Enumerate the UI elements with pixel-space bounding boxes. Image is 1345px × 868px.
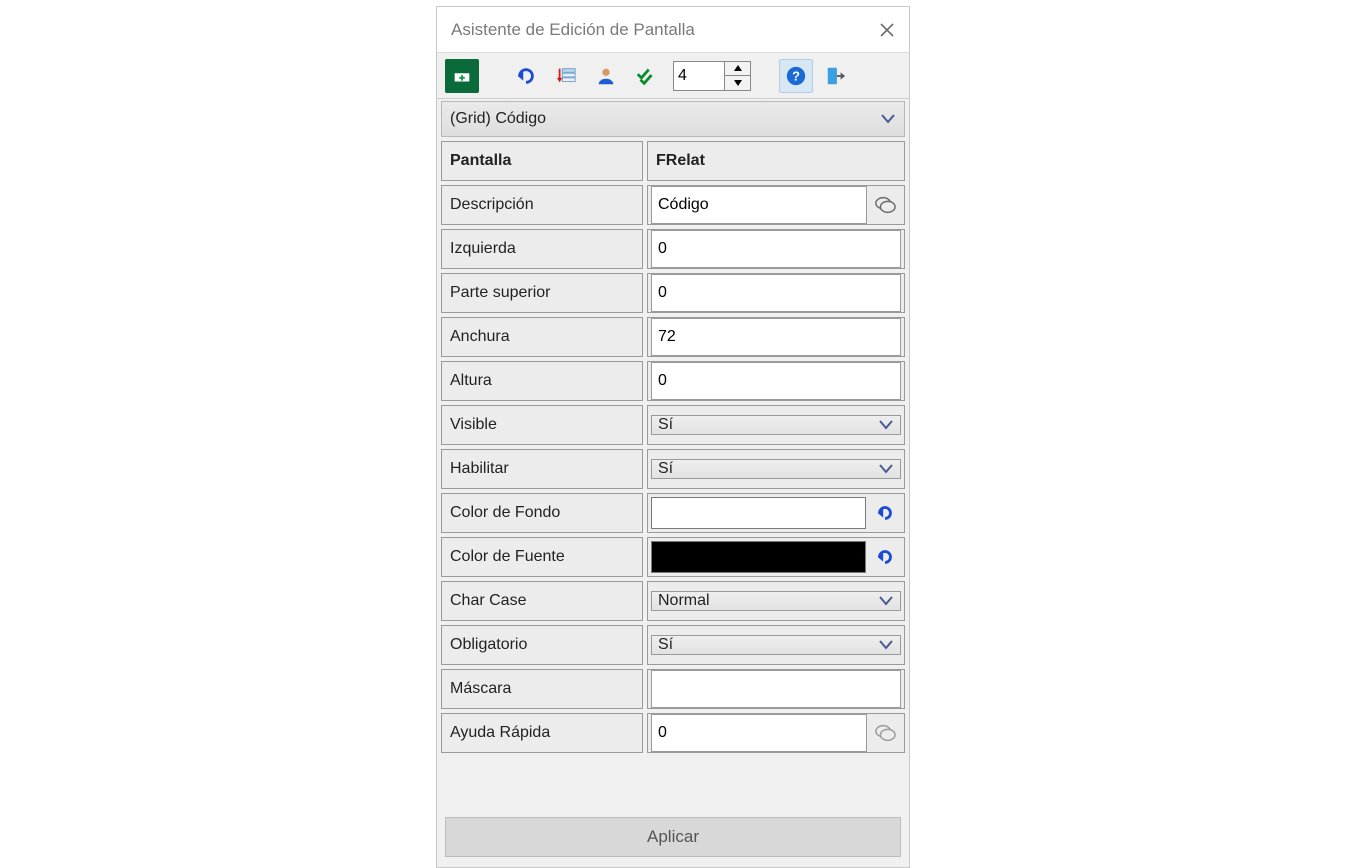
color-fondo-label: Color de Fondo bbox=[441, 493, 643, 533]
svg-text:?: ? bbox=[792, 68, 800, 83]
visible-select[interactable]: Sí bbox=[651, 415, 901, 435]
screen-edit-wizard-window: Asistente de Edición de Pantalla bbox=[436, 6, 910, 868]
visible-label: Visible bbox=[441, 405, 643, 445]
help-button[interactable]: ? bbox=[779, 59, 813, 93]
fontcolor-row: Color de Fuente bbox=[441, 537, 905, 577]
undo-arrow-icon bbox=[874, 546, 896, 568]
exit-icon bbox=[825, 65, 847, 87]
spinner-up[interactable] bbox=[725, 62, 750, 77]
parte-superior-label: Parte superior bbox=[441, 273, 643, 313]
chevron-down-icon bbox=[878, 461, 894, 477]
double-check-icon bbox=[635, 65, 657, 87]
visible-value: Sí bbox=[658, 416, 673, 434]
chevron-down-icon bbox=[880, 111, 896, 127]
color-fondo-revert[interactable] bbox=[869, 497, 901, 529]
close-icon bbox=[880, 23, 894, 37]
user-button[interactable] bbox=[589, 59, 623, 93]
window-title: Asistente de Edición de Pantalla bbox=[451, 20, 695, 40]
user-icon bbox=[595, 65, 617, 87]
undo-arrow-icon bbox=[515, 65, 537, 87]
mascara-input[interactable] bbox=[651, 670, 901, 708]
quickhelp-row: Ayuda Rápida bbox=[441, 713, 905, 753]
description-row: Descripción bbox=[441, 185, 905, 225]
ayuda-lang-button[interactable] bbox=[870, 718, 900, 748]
screen-name-row: Pantalla FRelat bbox=[441, 141, 905, 181]
descripcion-input[interactable] bbox=[651, 186, 867, 224]
apply-button-label: Aplicar bbox=[647, 827, 699, 847]
required-row: Obligatorio Sí bbox=[441, 625, 905, 665]
obligatorio-label: Obligatorio bbox=[441, 625, 643, 665]
top-row: Parte superior bbox=[441, 273, 905, 313]
obligatorio-select[interactable]: Sí bbox=[651, 635, 901, 655]
pantalla-label: Pantalla bbox=[441, 141, 643, 181]
visible-row: Visible Sí bbox=[441, 405, 905, 445]
color-fuente-revert[interactable] bbox=[869, 541, 901, 573]
close-button[interactable] bbox=[875, 18, 899, 42]
color-fondo-swatch[interactable] bbox=[651, 497, 866, 529]
undo-arrow-icon bbox=[874, 502, 896, 524]
habilitar-label: Habilitar bbox=[441, 449, 643, 489]
new-button[interactable] bbox=[445, 59, 479, 93]
izquierda-input[interactable] bbox=[651, 230, 901, 268]
obligatorio-value: Sí bbox=[658, 636, 673, 654]
property-grid: Pantalla FRelat Descripción Izquierda Pa… bbox=[437, 141, 909, 867]
count-spinner-input[interactable] bbox=[674, 63, 724, 89]
speech-bubble-icon bbox=[874, 194, 896, 216]
enabled-row: Habilitar Sí bbox=[441, 449, 905, 489]
width-row: Anchura bbox=[441, 317, 905, 357]
izquierda-label: Izquierda bbox=[441, 229, 643, 269]
chevron-down-icon bbox=[878, 417, 894, 433]
confirm-button[interactable] bbox=[629, 59, 663, 93]
bgcolor-row: Color de Fondo bbox=[441, 493, 905, 533]
anchura-input[interactable] bbox=[651, 318, 901, 356]
help-icon: ? bbox=[785, 65, 807, 87]
parte-superior-input[interactable] bbox=[651, 274, 901, 312]
charcase-value: Normal bbox=[658, 592, 710, 610]
color-fuente-swatch[interactable] bbox=[651, 541, 866, 573]
charcase-label: Char Case bbox=[441, 581, 643, 621]
habilitar-select[interactable]: Sí bbox=[651, 459, 901, 479]
mask-row: Máscara bbox=[441, 669, 905, 709]
left-row: Izquierda bbox=[441, 229, 905, 269]
habilitar-value: Sí bbox=[658, 460, 673, 478]
descripcion-lang-button[interactable] bbox=[870, 190, 900, 220]
pantalla-value: FRelat bbox=[647, 141, 905, 181]
titlebar: Asistente de Edición de Pantalla bbox=[437, 7, 909, 53]
toolbar: ? bbox=[437, 53, 909, 99]
spinner-down[interactable] bbox=[725, 76, 750, 90]
chevron-down-icon bbox=[878, 593, 894, 609]
exit-button[interactable] bbox=[819, 59, 853, 93]
charcase-row: Char Case Normal bbox=[441, 581, 905, 621]
height-row: Altura bbox=[441, 361, 905, 401]
element-selector-combo[interactable]: (Grid) Código bbox=[441, 101, 905, 137]
apply-button[interactable]: Aplicar bbox=[445, 817, 901, 857]
descripcion-label: Descripción bbox=[441, 185, 643, 225]
mascara-label: Máscara bbox=[441, 669, 643, 709]
altura-input[interactable] bbox=[651, 362, 901, 400]
color-fuente-label: Color de Fuente bbox=[441, 537, 643, 577]
speech-bubble-icon bbox=[874, 722, 896, 744]
count-spinner[interactable] bbox=[673, 61, 751, 91]
chevron-down-icon bbox=[878, 637, 894, 653]
sort-button[interactable] bbox=[549, 59, 583, 93]
charcase-select[interactable]: Normal bbox=[651, 591, 901, 611]
ayuda-label: Ayuda Rápida bbox=[441, 713, 643, 753]
spacer bbox=[441, 757, 905, 817]
window-plus-icon bbox=[451, 65, 473, 87]
ayuda-input[interactable] bbox=[651, 714, 867, 752]
element-selector-value: (Grid) Código bbox=[450, 110, 546, 128]
altura-label: Altura bbox=[441, 361, 643, 401]
table-sort-icon bbox=[555, 65, 577, 87]
undo-button[interactable] bbox=[509, 59, 543, 93]
anchura-label: Anchura bbox=[441, 317, 643, 357]
spinner-arrows bbox=[724, 62, 750, 90]
